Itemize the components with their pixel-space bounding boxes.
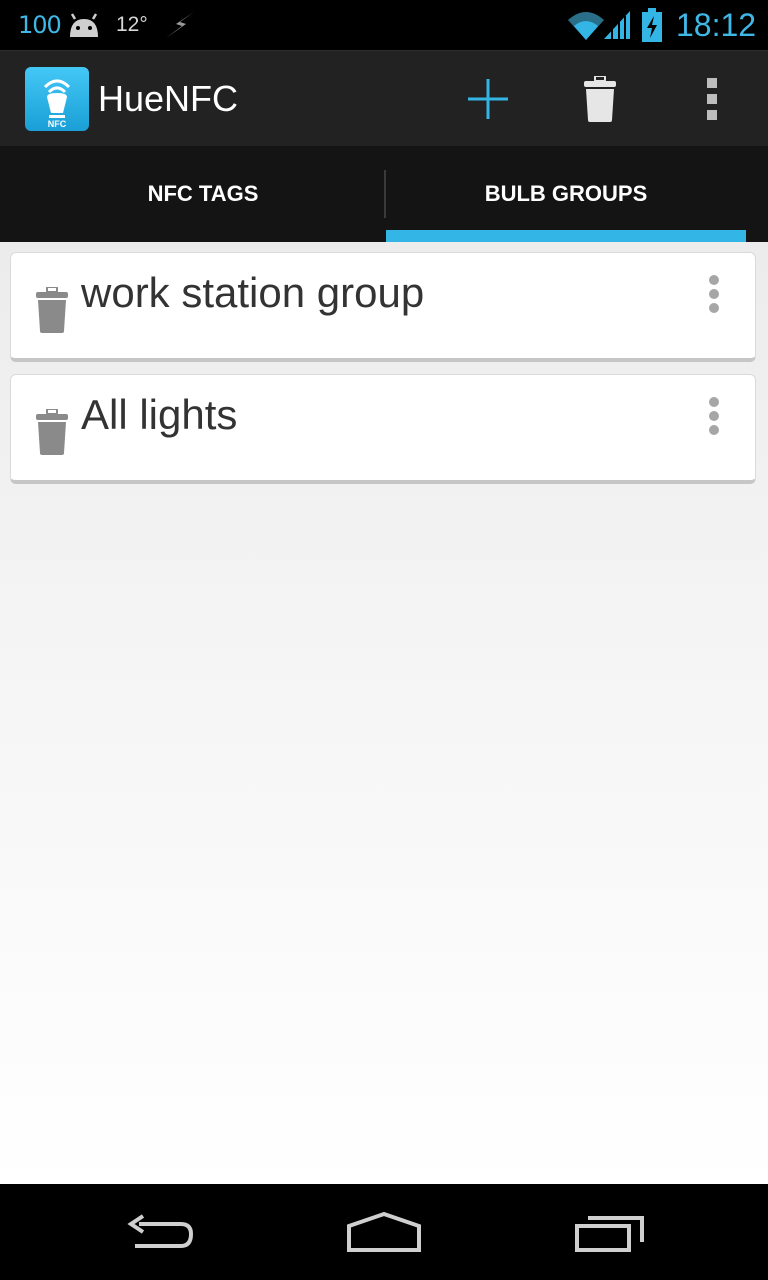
status-bar: 100 12° 18:12	[0, 0, 768, 50]
battery-charging-icon	[642, 0, 662, 50]
navigation-bar	[0, 1184, 768, 1280]
wifi-icon	[566, 0, 606, 50]
dot	[709, 289, 719, 299]
battery-percent: 100	[18, 11, 62, 39]
home-icon	[347, 1212, 421, 1252]
add-button[interactable]	[448, 51, 528, 147]
list-item[interactable]: work station group	[10, 252, 756, 362]
home-button[interactable]	[324, 1184, 444, 1280]
dot	[709, 303, 719, 313]
back-button[interactable]	[100, 1184, 220, 1280]
plus-icon	[468, 79, 508, 119]
recents-button[interactable]	[550, 1184, 670, 1280]
clock: 18:12	[676, 6, 757, 43]
dot	[709, 275, 719, 285]
flash-icon	[164, 0, 196, 50]
back-icon	[127, 1214, 194, 1248]
dot	[709, 411, 719, 421]
trash-icon[interactable]	[35, 287, 69, 333]
tab-bulb-groups[interactable]: BULB GROUPS	[386, 146, 746, 242]
temperature: 12°	[116, 13, 148, 36]
app-icon-label: NFC	[48, 119, 67, 129]
selected-tab-indicator	[386, 230, 746, 242]
overflow-menu-button[interactable]	[680, 51, 744, 147]
app-title: HueNFC	[98, 78, 239, 119]
delete-button[interactable]	[560, 51, 640, 147]
dot	[709, 425, 719, 435]
list-item[interactable]: All lights	[10, 374, 756, 484]
bulb-groups-list: work station group All lights	[0, 242, 768, 1184]
group-name: All lights	[81, 391, 238, 438]
trash-icon[interactable]	[35, 409, 69, 455]
android-icon	[66, 0, 102, 50]
tab-bar: NFC TAGS BULB GROUPS	[0, 146, 768, 242]
dot	[709, 397, 719, 407]
item-overflow-menu-icon[interactable]	[703, 275, 727, 315]
signal-icon	[602, 0, 632, 50]
action-bar: NFC HueNFC	[0, 50, 768, 147]
group-name: work station group	[81, 269, 425, 316]
trash-icon	[584, 76, 616, 122]
recents-icon	[575, 1216, 644, 1252]
overflow-menu-icon	[707, 78, 717, 120]
app-icon[interactable]: NFC	[25, 67, 89, 131]
item-overflow-menu-icon[interactable]	[703, 397, 727, 437]
tab-nfc-tags[interactable]: NFC TAGS	[22, 146, 384, 242]
